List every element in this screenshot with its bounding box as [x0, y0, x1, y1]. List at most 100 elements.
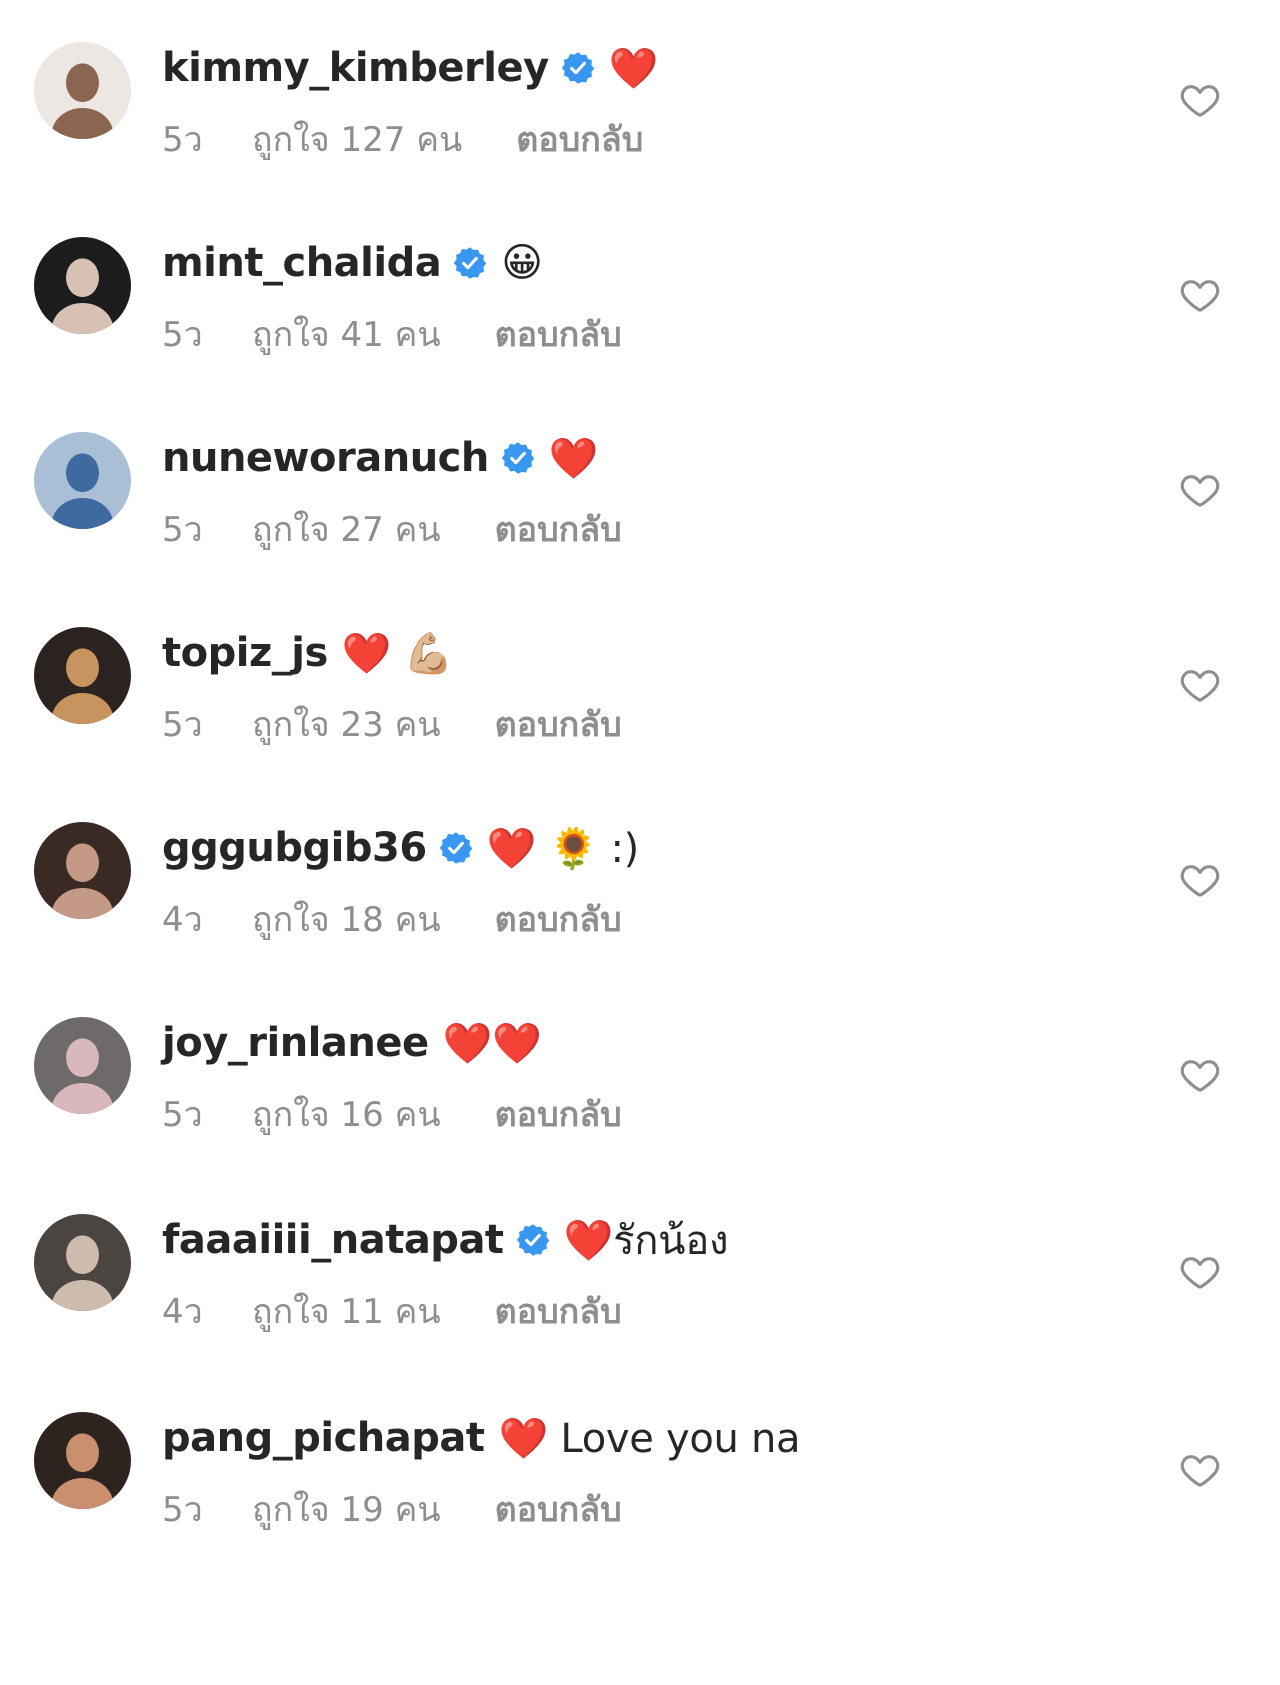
- reply-button[interactable]: ตอบกลับ: [495, 697, 622, 751]
- likes-count-link[interactable]: ถูกใจ 18 คน: [252, 892, 441, 946]
- comment-row: gggubgib36 ❤️ 🌻 :) 4ว ถูกใจ 18 คน ตอบกลั…: [0, 780, 1280, 960]
- comment-row: mint_chalida 😀 5ว ถูกใจ 41 คน ตอบกลับ: [0, 195, 1280, 375]
- reply-button[interactable]: ตอบกลับ: [516, 112, 643, 166]
- comment-meta: 5ว ถูกใจ 19 คน ตอบกลับ: [162, 1484, 622, 1534]
- comment-meta: 5ว ถูกใจ 41 คน ตอบกลับ: [162, 309, 622, 359]
- comment-header: gggubgib36 ❤️ 🌻 :): [162, 820, 639, 876]
- likes-count-link[interactable]: ถูกใจ 127 คน: [252, 112, 462, 166]
- like-comment-button[interactable]: [1178, 1448, 1222, 1492]
- username-link[interactable]: kimmy_kimberley: [162, 45, 549, 91]
- comment-time[interactable]: 5ว: [162, 1087, 252, 1141]
- comment-header: nuneworanuch ❤️: [162, 430, 599, 486]
- likes-count-link[interactable]: ถูกใจ 27 คน: [252, 502, 441, 556]
- username-link[interactable]: pang_pichapat: [162, 1415, 485, 1461]
- like-comment-button[interactable]: [1178, 1250, 1222, 1294]
- like-comment-button[interactable]: [1178, 468, 1222, 512]
- heart-outline-icon: [1180, 1257, 1220, 1289]
- avatar[interactable]: [34, 432, 131, 529]
- comment-time[interactable]: 5ว: [162, 697, 252, 751]
- comment-row: topiz_js ❤️ 💪🏼 5ว ถูกใจ 23 คน ตอบกลับ: [0, 585, 1280, 765]
- like-comment-button[interactable]: [1178, 78, 1222, 122]
- comment-time[interactable]: 5ว: [162, 502, 252, 556]
- comment-text: ❤️ 🌻 :): [486, 825, 640, 872]
- verified-badge-icon: [516, 1223, 550, 1257]
- comment-row: kimmy_kimberley ❤️ 5ว ถูกใจ 127 คน ตอบกล…: [0, 0, 1280, 180]
- likes-count-link[interactable]: ถูกใจ 41 คน: [252, 307, 441, 361]
- heart-outline-icon: [1180, 865, 1220, 897]
- heart-outline-icon: [1180, 1455, 1220, 1487]
- verified-badge-icon: [501, 441, 535, 475]
- comment-time[interactable]: 4ว: [162, 1284, 252, 1338]
- avatar-image: [34, 627, 131, 724]
- avatar-image: [34, 237, 131, 334]
- likes-count-link[interactable]: ถูกใจ 11 คน: [252, 1284, 441, 1338]
- heart-outline-icon: [1180, 1060, 1220, 1092]
- verified-badge-icon: [453, 246, 487, 280]
- avatar[interactable]: [34, 1214, 131, 1311]
- heart-outline-icon: [1180, 475, 1220, 507]
- comment-time[interactable]: 5ว: [162, 1482, 252, 1536]
- comment-meta: 5ว ถูกใจ 16 คน ตอบกลับ: [162, 1089, 622, 1139]
- comment-header: joy_rinlanee ❤️❤️: [162, 1015, 542, 1071]
- comment-header: mint_chalida 😀: [162, 235, 543, 291]
- reply-button[interactable]: ตอบกลับ: [495, 1482, 622, 1536]
- likes-count-link[interactable]: ถูกใจ 23 คน: [252, 697, 441, 751]
- comment-meta: 4ว ถูกใจ 11 คน ตอบกลับ: [162, 1286, 622, 1336]
- comment-text: ❤️ Love you na: [498, 1415, 801, 1462]
- like-comment-button[interactable]: [1178, 1053, 1222, 1097]
- avatar-image: [34, 42, 131, 139]
- verified-badge-icon: [439, 831, 473, 865]
- username-link[interactable]: faaaiiii_natapat: [162, 1217, 504, 1263]
- comment-header: pang_pichapat ❤️ Love you na: [162, 1410, 801, 1466]
- comment-meta: 5ว ถูกใจ 127 คน ตอบกลับ: [162, 114, 643, 164]
- avatar[interactable]: [34, 822, 131, 919]
- comment-text: ❤️รักน้อง: [563, 1218, 729, 1264]
- likes-count-link[interactable]: ถูกใจ 19 คน: [252, 1482, 441, 1536]
- reply-button[interactable]: ตอบกลับ: [495, 1284, 622, 1338]
- heart-outline-icon: [1180, 280, 1220, 312]
- reply-button[interactable]: ตอบกลับ: [495, 892, 622, 946]
- avatar-image: [34, 822, 131, 919]
- avatar[interactable]: [34, 237, 131, 334]
- verified-badge-icon: [561, 51, 595, 85]
- avatar-image: [34, 1017, 131, 1114]
- avatar[interactable]: [34, 1412, 131, 1509]
- reply-button[interactable]: ตอบกลับ: [495, 502, 622, 556]
- comment-text: ❤️ 💪🏼: [341, 630, 454, 677]
- avatar-image: [34, 1412, 131, 1509]
- comment-text: ❤️: [608, 45, 659, 92]
- avatar[interactable]: [34, 627, 131, 724]
- avatar[interactable]: [34, 1017, 131, 1114]
- heart-outline-icon: [1180, 85, 1220, 117]
- comment-meta: 4ว ถูกใจ 18 คน ตอบกลับ: [162, 894, 622, 944]
- username-link[interactable]: joy_rinlanee: [162, 1020, 429, 1066]
- username-link[interactable]: nuneworanuch: [162, 435, 489, 481]
- comment-row: pang_pichapat ❤️ Love you na 5ว ถูกใจ 19…: [0, 1370, 1280, 1550]
- comment-text: ❤️❤️: [442, 1020, 542, 1067]
- comment-time[interactable]: 5ว: [162, 307, 252, 361]
- comment-text: ❤️: [548, 435, 599, 482]
- comment-time[interactable]: 4ว: [162, 892, 252, 946]
- reply-button[interactable]: ตอบกลับ: [495, 307, 622, 361]
- comment-header: faaaiiii_natapat ❤️รักน้อง: [162, 1212, 728, 1268]
- comment-header: topiz_js ❤️ 💪🏼: [162, 625, 453, 681]
- comment-time[interactable]: 5ว: [162, 112, 252, 166]
- like-comment-button[interactable]: [1178, 858, 1222, 902]
- likes-count-link[interactable]: ถูกใจ 16 คน: [252, 1087, 441, 1141]
- comment-text: 😀: [501, 240, 543, 286]
- avatar[interactable]: [34, 42, 131, 139]
- comment-meta: 5ว ถูกใจ 27 คน ตอบกลับ: [162, 504, 622, 554]
- comment-meta: 5ว ถูกใจ 23 คน ตอบกลับ: [162, 699, 622, 749]
- heart-outline-icon: [1180, 670, 1220, 702]
- like-comment-button[interactable]: [1178, 273, 1222, 317]
- username-link[interactable]: mint_chalida: [162, 240, 442, 286]
- username-link[interactable]: topiz_js: [162, 630, 328, 676]
- username-link[interactable]: gggubgib36: [162, 825, 427, 871]
- avatar-image: [34, 1214, 131, 1311]
- comment-row: faaaiiii_natapat ❤️รักน้อง 4ว ถูกใจ 11 ค…: [0, 1172, 1280, 1352]
- avatar-image: [34, 432, 131, 529]
- comment-row: joy_rinlanee ❤️❤️ 5ว ถูกใจ 16 คน ตอบกลับ: [0, 975, 1280, 1155]
- reply-button[interactable]: ตอบกลับ: [495, 1087, 622, 1141]
- comment-row: nuneworanuch ❤️ 5ว ถูกใจ 27 คน ตอบกลับ: [0, 390, 1280, 570]
- like-comment-button[interactable]: [1178, 663, 1222, 707]
